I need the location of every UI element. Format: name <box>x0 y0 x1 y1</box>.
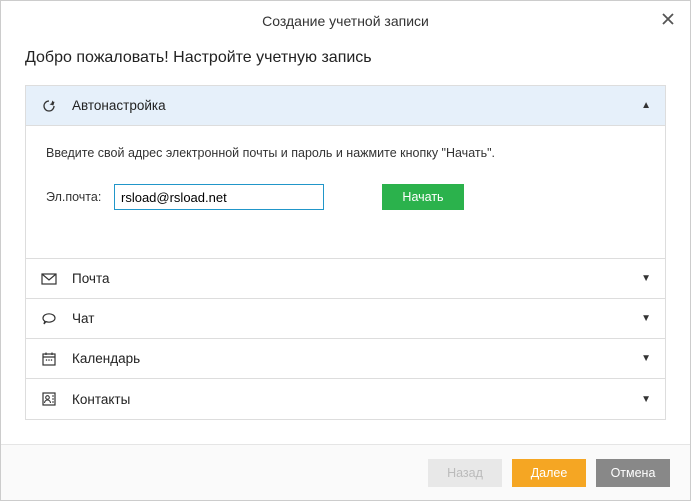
chevron-up-icon: ▲ <box>641 100 651 111</box>
close-button[interactable] <box>658 9 678 29</box>
account-setup-window: Создание учетной записи Добро пожаловать… <box>0 0 691 501</box>
section-autosetup-header[interactable]: Автонастройка ▲ <box>26 86 665 126</box>
chevron-down-icon: ▼ <box>641 353 651 364</box>
section-contacts-header[interactable]: Контакты ▼ <box>26 379 665 419</box>
section-autosetup-label: Автонастройка <box>72 98 627 113</box>
section-autosetup-body: Введите свой адрес электронной почты и п… <box>26 126 665 259</box>
section-chat-label: Чат <box>72 311 627 326</box>
mail-icon <box>40 270 58 288</box>
refresh-icon <box>40 97 58 115</box>
chevron-down-icon: ▼ <box>641 394 651 405</box>
titlebar: Создание учетной записи <box>1 1 690 41</box>
content-area: Добро пожаловать! Настройте учетную запи… <box>1 41 690 444</box>
back-button: Назад <box>428 459 502 487</box>
section-mail-header[interactable]: Почта ▼ <box>26 259 665 299</box>
calendar-icon <box>40 350 58 368</box>
section-calendar-label: Календарь <box>72 351 627 366</box>
chevron-down-icon: ▼ <box>641 313 651 324</box>
contacts-icon <box>40 390 58 408</box>
section-calendar-header[interactable]: Календарь ▼ <box>26 339 665 379</box>
email-label: Эл.почта: <box>46 190 104 204</box>
cancel-button[interactable]: Отмена <box>596 459 670 487</box>
next-button[interactable]: Далее <box>512 459 586 487</box>
close-icon <box>662 13 674 25</box>
footer: Назад Далее Отмена <box>1 444 690 500</box>
email-row: Эл.почта: Начать <box>46 184 645 210</box>
email-input[interactable] <box>114 184 324 210</box>
window-title: Создание учетной записи <box>262 13 429 29</box>
accordion: Автонастройка ▲ Введите свой адрес элект… <box>25 85 666 420</box>
section-mail-label: Почта <box>72 271 627 286</box>
autosetup-description: Введите свой адрес электронной почты и п… <box>46 146 645 160</box>
welcome-heading: Добро пожаловать! Настройте учетную запи… <box>25 49 666 67</box>
section-contacts-label: Контакты <box>72 392 627 407</box>
start-button[interactable]: Начать <box>382 184 464 210</box>
section-chat-header[interactable]: Чат ▼ <box>26 299 665 339</box>
chevron-down-icon: ▼ <box>641 273 651 284</box>
chat-icon <box>40 310 58 328</box>
